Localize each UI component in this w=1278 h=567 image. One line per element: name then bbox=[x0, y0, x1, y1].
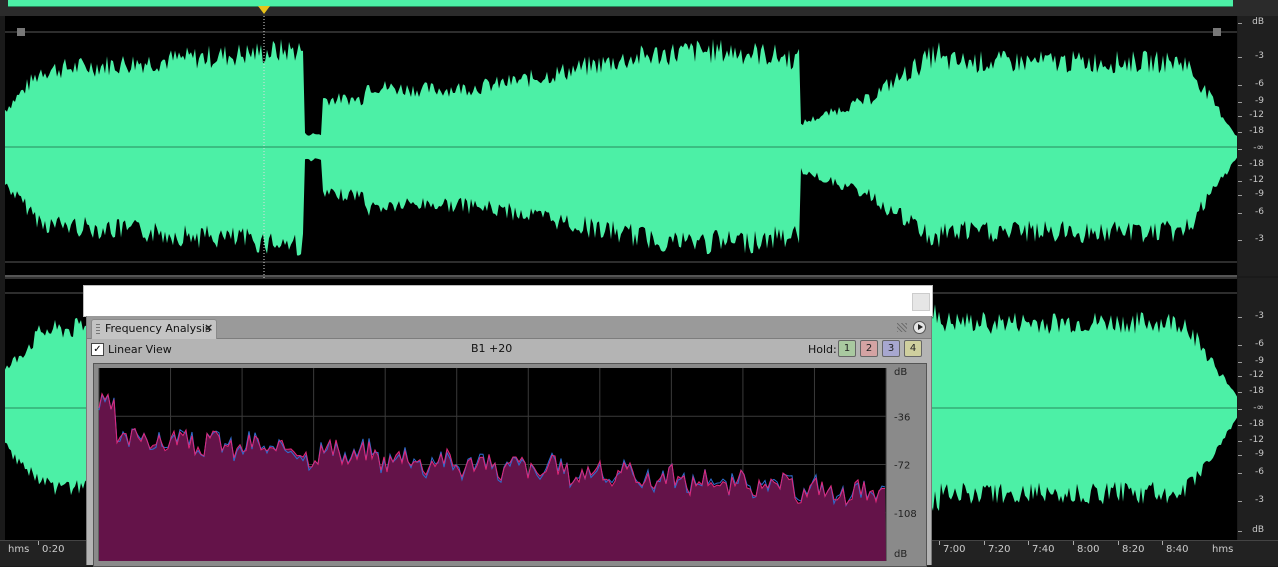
db-scale-tick bbox=[1238, 455, 1242, 456]
db-scale-label: -18 bbox=[1249, 159, 1264, 169]
db-scale-label: -18 bbox=[1249, 126, 1264, 136]
db-scale-label: -9 bbox=[1255, 189, 1264, 199]
db-scale-label: -12 bbox=[1249, 370, 1264, 380]
hold-buttons: 1234 bbox=[838, 338, 928, 360]
frequency-plot[interactable]: dB -36 -72 -108 dB bbox=[93, 363, 927, 567]
time-tick bbox=[939, 541, 940, 545]
time-tick bbox=[1162, 541, 1163, 545]
time-tick bbox=[1073, 541, 1074, 545]
tab-grip-icon[interactable] bbox=[96, 324, 100, 335]
hold-button-4[interactable]: 4 bbox=[904, 340, 922, 357]
db-scale-label: -12 bbox=[1249, 435, 1264, 445]
db-scale-label: dB bbox=[1252, 17, 1264, 27]
cursor-readout: B1 +20 bbox=[471, 342, 513, 355]
linear-view-label: Linear View bbox=[108, 343, 172, 356]
db-scale-tick bbox=[1238, 362, 1242, 363]
hold-button-1[interactable]: 1 bbox=[838, 340, 856, 357]
tab-close-icon[interactable]: × bbox=[204, 321, 213, 334]
db-scale-tick bbox=[1238, 165, 1242, 166]
time-label: 8:00 bbox=[1077, 544, 1100, 555]
db-scale-tick bbox=[1238, 317, 1242, 318]
db-scale-label: -3 bbox=[1255, 495, 1264, 505]
hold-button-3[interactable]: 3 bbox=[882, 340, 900, 357]
tab-frequency-analysis[interactable]: Frequency Analysis × bbox=[91, 319, 217, 339]
overview-range-bar[interactable] bbox=[8, 0, 1233, 7]
db-scale-tick bbox=[1238, 102, 1242, 103]
channel2-db-scale: -3 -6 -9 -12 -18 -∞ -18 -12 -9 -6 -3 dB bbox=[1238, 278, 1278, 540]
frequency-analysis-panel: Frequency Analysis × ✓ Linear View B1 +2… bbox=[86, 316, 932, 567]
linear-view-checkbox[interactable]: ✓ bbox=[91, 343, 104, 356]
y-tick-label: -72 bbox=[894, 461, 910, 472]
db-scale-tick bbox=[1238, 240, 1242, 241]
time-label: 0:20 bbox=[42, 544, 65, 555]
db-scale-tick bbox=[1238, 85, 1242, 86]
db-scale-tick bbox=[1238, 392, 1242, 393]
db-scale-label: -12 bbox=[1249, 175, 1264, 185]
tab-label: Frequency Analysis bbox=[105, 322, 211, 335]
db-scale-tick bbox=[1238, 195, 1242, 196]
db-scale-tick bbox=[1238, 132, 1242, 133]
db-scale-tick bbox=[1238, 376, 1242, 377]
time-tick bbox=[1028, 541, 1029, 545]
db-scale-label: -3 bbox=[1255, 51, 1264, 61]
time-label: 7:20 bbox=[988, 544, 1011, 555]
db-scale-tick bbox=[1238, 441, 1242, 442]
floating-close-icon[interactable] bbox=[912, 293, 930, 311]
db-scale-label: -6 bbox=[1255, 467, 1264, 477]
db-scale-label: -18 bbox=[1249, 386, 1264, 396]
db-scale-label: -12 bbox=[1249, 110, 1264, 120]
time-label: 8:20 bbox=[1122, 544, 1145, 555]
db-scale-label: -∞ bbox=[1253, 403, 1264, 413]
db-scale-label: -6 bbox=[1255, 339, 1264, 349]
db-scale-tick bbox=[1238, 213, 1242, 214]
db-scale-tick bbox=[1238, 473, 1242, 474]
db-scale-label: -3 bbox=[1255, 311, 1264, 321]
playhead-marker-icon[interactable] bbox=[258, 6, 270, 14]
db-scale-label: dB bbox=[1252, 525, 1264, 535]
db-scale-label: -9 bbox=[1255, 96, 1264, 106]
time-label: 7:00 bbox=[943, 544, 966, 555]
time-label: 8:40 bbox=[1166, 544, 1189, 555]
time-unit-right: hms bbox=[1212, 544, 1234, 555]
db-scale-label: -6 bbox=[1255, 207, 1264, 217]
frequency-plot-canvas[interactable]: dB -36 -72 -108 dB bbox=[94, 364, 926, 566]
time-tick bbox=[1118, 541, 1119, 545]
panel-menu-icon[interactable] bbox=[913, 321, 926, 334]
db-scale-tick bbox=[1238, 181, 1242, 182]
time-unit-left: hms bbox=[8, 544, 30, 555]
db-scale-tick bbox=[1238, 57, 1242, 58]
db-scale-label: -9 bbox=[1255, 449, 1264, 459]
time-tick bbox=[984, 541, 985, 545]
panel-resize-grip-icon[interactable] bbox=[897, 323, 907, 332]
db-scale-tick bbox=[1238, 149, 1242, 150]
db-scale-tick bbox=[1238, 116, 1242, 117]
db-scale-tick bbox=[1238, 425, 1242, 426]
channel1-db-scale: dB -3 -6 -9 -12 -18 -∞ -18 -12 -9 -6 -3 bbox=[1238, 16, 1278, 276]
floating-panel-titlebar[interactable] bbox=[83, 285, 933, 317]
y-axis-label-top: dB bbox=[894, 367, 907, 378]
db-scale-label: -18 bbox=[1249, 419, 1264, 429]
options-bar: ✓ Linear View B1 +20 Hold: 1234 bbox=[87, 338, 931, 363]
db-scale-tick bbox=[1238, 345, 1242, 346]
hold-label: Hold: bbox=[808, 343, 837, 356]
panel-tab-bar: Frequency Analysis × bbox=[87, 316, 931, 339]
channel-divider bbox=[5, 275, 1237, 277]
db-scale-tick bbox=[1238, 409, 1242, 410]
y-tick-label: -108 bbox=[894, 509, 917, 520]
db-scale-tick bbox=[1238, 501, 1242, 502]
hold-button-2[interactable]: 2 bbox=[860, 340, 878, 357]
y-tick-label: -36 bbox=[894, 412, 910, 423]
time-tick bbox=[38, 541, 39, 545]
db-scale-tick bbox=[1238, 23, 1242, 24]
db-scale-label: -3 bbox=[1255, 234, 1264, 244]
db-scale-label: -∞ bbox=[1253, 143, 1264, 153]
db-scale-label: -9 bbox=[1255, 356, 1264, 366]
time-label: 7:40 bbox=[1032, 544, 1055, 555]
y-axis-label-bottom: dB bbox=[894, 549, 907, 560]
db-scale-label: -6 bbox=[1255, 79, 1264, 89]
db-scale-tick bbox=[1238, 531, 1242, 532]
